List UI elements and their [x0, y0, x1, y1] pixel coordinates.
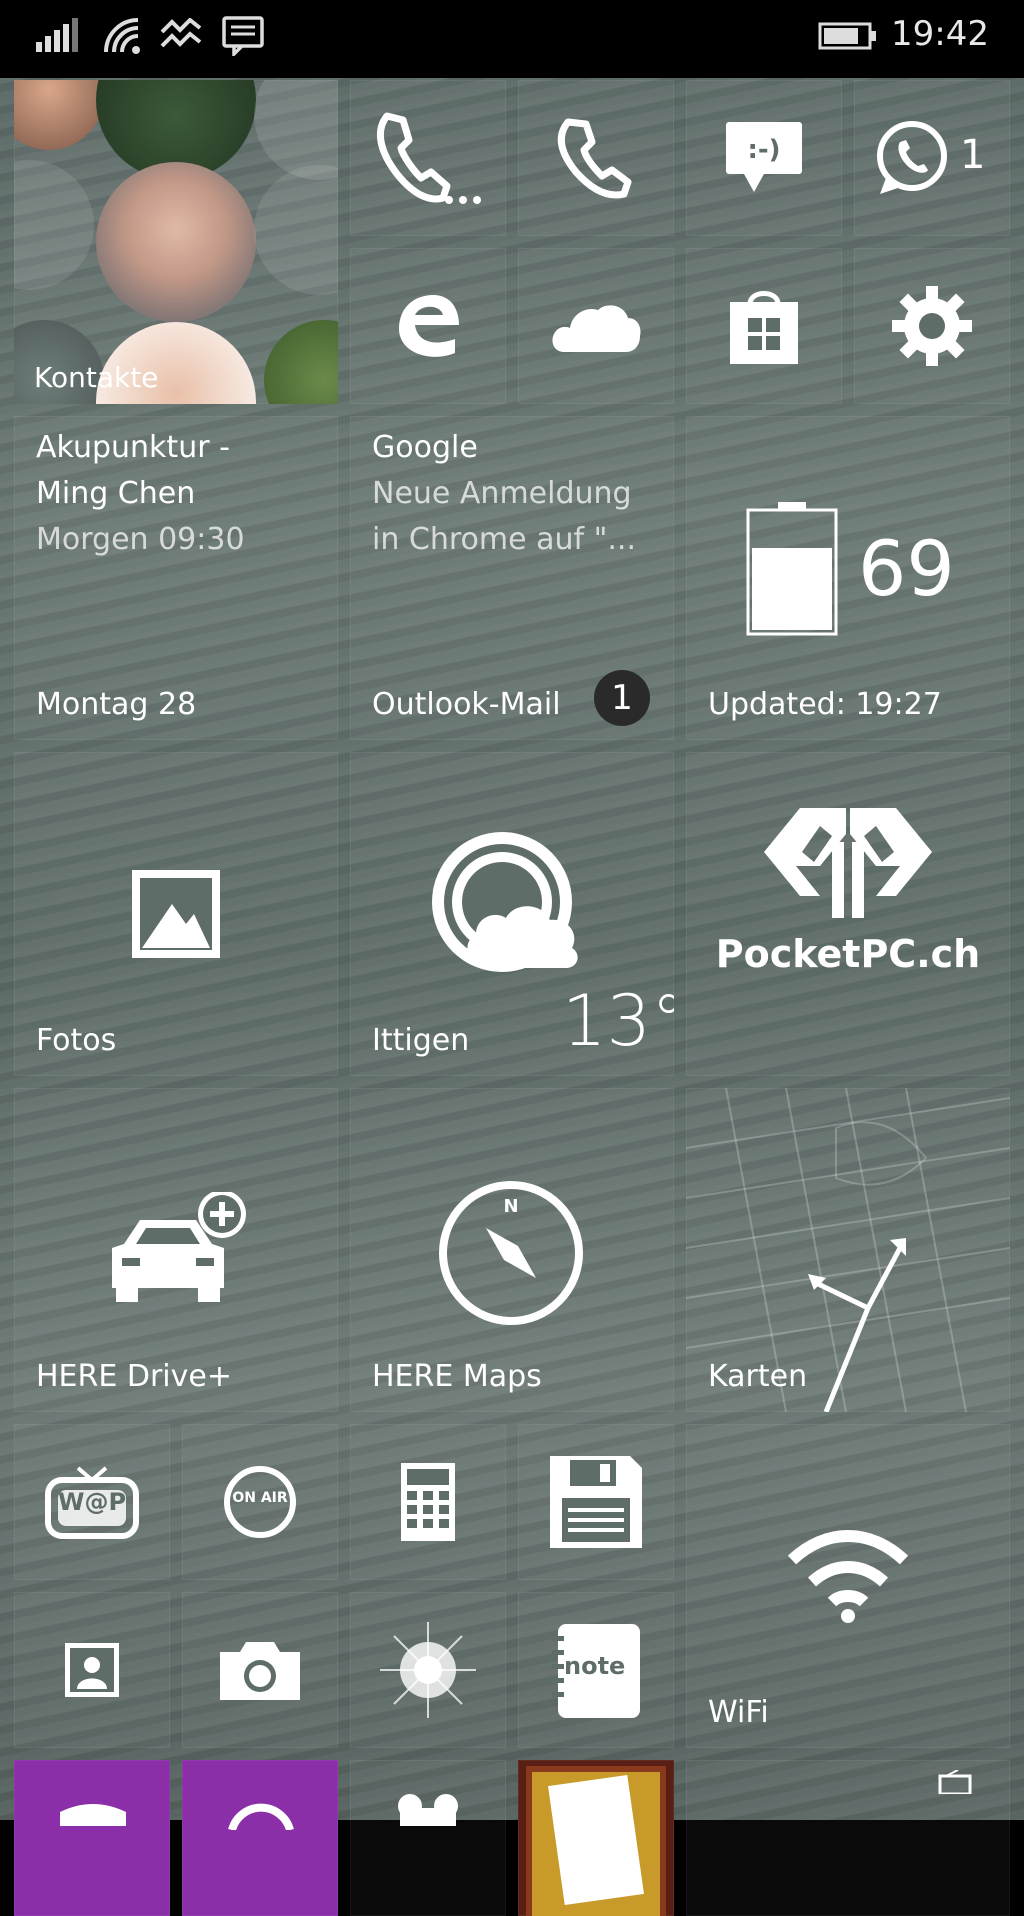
flashlight-tile[interactable] [350, 1592, 506, 1748]
app-icon [398, 1794, 458, 1826]
start-screen[interactable]: Kontakte :-) 1 Akupunktur - Ming Chen Mo… [0, 78, 1024, 1916]
store-tile[interactable] [686, 248, 842, 404]
cards-icon [526, 1766, 666, 1916]
calculator-icon [401, 1463, 455, 1541]
note-tile[interactable]: note [518, 1592, 674, 1748]
here-drive-tile[interactable]: HERE Drive+ [14, 1088, 338, 1412]
mail-count-badge: 1 [594, 670, 650, 726]
weather-location: Ittigen [372, 1023, 470, 1058]
data-sense-icon [160, 18, 202, 48]
weather-icon [432, 832, 578, 972]
compass-icon: N [439, 1181, 583, 1325]
clock: 19:42 [891, 14, 989, 54]
app-tile-radio[interactable] [686, 1760, 1010, 1916]
svg-text:N: N [503, 1196, 518, 1217]
calculator-tile[interactable] [350, 1424, 506, 1580]
app-icon [60, 1804, 126, 1826]
phone-tile[interactable] [518, 80, 674, 236]
battery-percent: 69 [858, 524, 955, 613]
signal-icon [36, 18, 78, 52]
edge-icon [399, 295, 459, 357]
calendar-tile[interactable]: Akupunktur - Ming Chen Morgen 09:30 Mont… [14, 416, 338, 740]
solitaire-tile[interactable] [518, 1760, 674, 1916]
messaging-tile[interactable]: :-) [686, 80, 842, 236]
wifi-icon [787, 1530, 909, 1623]
note-label: note [564, 1652, 626, 1680]
wap-label: W@P [57, 1488, 127, 1516]
app-tile-3[interactable] [350, 1760, 506, 1916]
wifi-status-icon [104, 18, 140, 54]
radio-icon [938, 1770, 972, 1794]
contact-avatar [254, 165, 338, 295]
pocketpc-tile[interactable]: PocketPC.ch [686, 752, 1010, 1076]
whatsapp-tile[interactable]: 1 [854, 80, 1010, 236]
outlook-mail-tile[interactable]: Google Neue Anmeldung in Chrome auf "...… [350, 416, 674, 740]
phone-icon [376, 112, 481, 204]
mail-subject-line-1: Neue Anmeldung [372, 476, 632, 511]
app-icon [228, 1803, 294, 1830]
weather-tile[interactable]: Ittigen 13° [350, 752, 674, 1076]
whatsapp-icon [877, 121, 947, 194]
save-tile[interactable] [518, 1424, 674, 1580]
calendar-event-time: Morgen 09:30 [36, 522, 245, 557]
photo-contact-icon [65, 1643, 119, 1697]
message-notification-icon [222, 16, 264, 56]
contact-avatar [14, 80, 104, 150]
settings-tile[interactable] [854, 248, 1010, 404]
battery-tile[interactable]: 69 Updated: 19:27 [686, 416, 1010, 740]
messaging-icon: :-) [726, 122, 802, 192]
onedrive-tile[interactable] [518, 248, 674, 404]
flashlight-icon [380, 1622, 476, 1718]
here-maps-tile[interactable]: N HERE Maps [350, 1088, 674, 1412]
wifi-tile[interactable]: WiFi [686, 1424, 1010, 1748]
contact-avatar [96, 162, 256, 322]
battery-status-icon [818, 22, 876, 50]
battery-icon [746, 502, 838, 636]
maps-tile[interactable]: Karten [686, 1088, 1010, 1412]
contacts-label: Kontakte [34, 361, 159, 394]
pocketpc-logo [764, 808, 932, 918]
photos-tile[interactable]: Fotos [14, 752, 338, 1076]
photos-label: Fotos [36, 1023, 117, 1058]
calendar-event-title-2: Ming Chen [36, 476, 196, 511]
camera-icon [220, 1642, 300, 1700]
weather-temperature: 13° [562, 980, 674, 1062]
battery-updated-label: Updated: 19:27 [708, 687, 942, 722]
app-tile-purple-1[interactable] [14, 1760, 170, 1916]
contacts-tile[interactable]: Kontakte [14, 80, 338, 404]
photos-icon [132, 870, 220, 958]
onair-label: ON AIR [232, 1490, 288, 1506]
contact-avatar [14, 160, 94, 290]
here-maps-label: HERE Maps [372, 1359, 542, 1394]
svg-text::-): :-) [747, 135, 780, 165]
status-bar: 19:42 [0, 0, 1024, 78]
settings-icon [892, 286, 972, 366]
pocketpc-label: PocketPC.ch [715, 932, 981, 976]
app-tile-purple-2[interactable] [182, 1760, 338, 1916]
maps-label: Karten [708, 1359, 808, 1394]
calendar-label: Montag 28 [36, 687, 197, 722]
contact-avatar [264, 320, 338, 404]
camera-tile[interactable] [182, 1592, 338, 1748]
mail-subject-line-2: in Chrome auf "... [372, 522, 636, 557]
mail-sender: Google [372, 430, 478, 465]
phone-tile[interactable] [350, 80, 506, 236]
photo-tile[interactable] [14, 1592, 170, 1748]
mail-label: Outlook-Mail [372, 687, 561, 722]
onair-tile[interactable]: ON AIR [182, 1424, 338, 1580]
calendar-event-title: Akupunktur - [36, 430, 230, 465]
store-icon [730, 291, 798, 364]
car-add-icon [112, 1192, 246, 1302]
edge-tile[interactable] [350, 248, 506, 404]
phone-icon [557, 118, 632, 199]
floppy-icon [550, 1456, 642, 1548]
onedrive-icon [552, 305, 641, 352]
wifi-label: WiFi [708, 1695, 769, 1730]
wap-tile[interactable]: W@P [14, 1424, 170, 1580]
whatsapp-badge: 1 [960, 132, 986, 178]
here-drive-label: HERE Drive+ [36, 1359, 232, 1394]
map-arrow-icon [808, 1238, 906, 1412]
